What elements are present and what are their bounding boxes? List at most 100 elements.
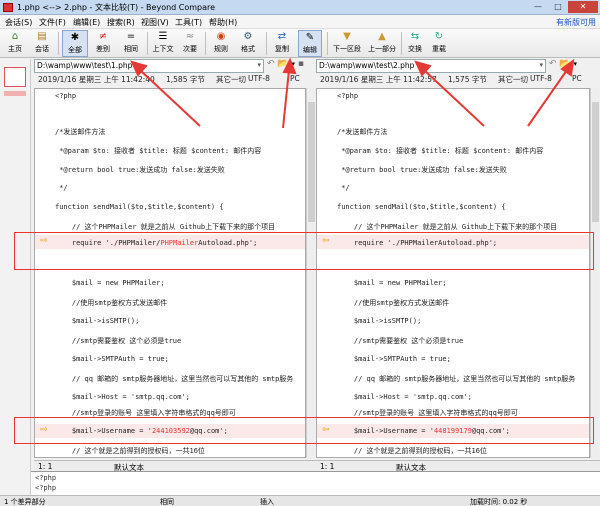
title-bar: 1.php <--> 2.php - 文本比较(T) - Beyond Comp… bbox=[0, 0, 600, 15]
show-same-button[interactable]: = 相同 bbox=[118, 30, 144, 57]
home-button[interactable]: ⌂ 主页 bbox=[3, 30, 27, 57]
history-icon[interactable]: ↶ bbox=[267, 59, 275, 69]
menu-session[interactable]: 会话(S) bbox=[5, 17, 32, 28]
open-folder-icon[interactable]: 📂 bbox=[559, 59, 570, 69]
show-diff-button[interactable]: ≠ 差别 bbox=[90, 30, 116, 57]
rules-button[interactable]: ◉ 规则 bbox=[209, 30, 233, 57]
code-line: $mail = new PHPMailer; bbox=[337, 279, 447, 287]
new-version-link[interactable]: 有新版可用 bbox=[556, 17, 596, 28]
close-button[interactable]: ✕ bbox=[568, 1, 598, 13]
chevron-down-icon[interactable]: ▾ bbox=[257, 61, 261, 69]
menu-file[interactable]: 文件(F) bbox=[39, 17, 66, 28]
code-line: // qq 邮箱的 smtp服务器地址，这里当然也可以写其他的 smtp服务 bbox=[55, 375, 294, 383]
save-icon[interactable]: ▪ bbox=[298, 59, 304, 69]
left-scrollbar[interactable] bbox=[306, 88, 315, 458]
left-other-dropdown[interactable]: 其它一切 bbox=[216, 74, 246, 85]
copy-icon: ⇄ bbox=[277, 31, 287, 42]
format-icon: ⚙ bbox=[243, 31, 253, 42]
history-icon[interactable]: ↶ bbox=[549, 59, 557, 69]
next-section-button[interactable]: ▼ 下一区段 bbox=[330, 30, 364, 57]
insert-mode: 插入 bbox=[260, 498, 274, 506]
home-icon: ⌂ bbox=[11, 31, 19, 42]
left-path-field[interactable]: D:\wamp\www\test\1.php ▾ bbox=[34, 59, 264, 73]
copy-button[interactable]: ⇄ 复制 bbox=[270, 30, 294, 57]
annotation-box bbox=[14, 417, 594, 444]
overview-diff-marker bbox=[4, 91, 26, 96]
maximize-button[interactable]: □ bbox=[548, 1, 568, 13]
right-scrollbar[interactable] bbox=[590, 88, 599, 458]
menu-tools[interactable]: 工具(T) bbox=[175, 17, 202, 28]
open-folder-icon[interactable]: 📂 bbox=[277, 59, 288, 69]
minor-button[interactable]: ≈ 次要 bbox=[178, 30, 202, 57]
code-line: *@param $to: 接收者 $title: 标题 $content: 邮件… bbox=[55, 147, 262, 155]
right-path-field[interactable]: D:\wamp\www\test\2.php ▾ bbox=[316, 59, 546, 73]
right-file-info: 2019/1/16 星期三 上午 11:42:57 1,575 字节 其它一切 … bbox=[320, 74, 598, 87]
code-line: //使用smtp鉴权方式发送邮件 bbox=[55, 299, 168, 307]
menu-bar: 会话(S) 文件(F) 编辑(E) 搜索(R) 视图(V) 工具(T) 帮助(H… bbox=[0, 15, 600, 29]
code-line: //smtp需要鉴权 这个必须是true bbox=[337, 337, 464, 345]
detail-line-left: <?php bbox=[35, 474, 57, 482]
right-encoding-dropdown[interactable]: UTF-8 bbox=[530, 74, 552, 83]
overview-viewport[interactable] bbox=[4, 67, 26, 87]
line-detail-panel: <?php <?php bbox=[31, 471, 600, 495]
minor-icon: ≈ bbox=[185, 31, 195, 42]
left-path-actions: ↶ 📂 ▾ ▪ bbox=[267, 59, 304, 73]
scroll-thumb[interactable] bbox=[308, 102, 315, 222]
right-other-dropdown[interactable]: 其它一切 bbox=[498, 74, 528, 85]
code-line: // 这个PHPMailer 就是之前从 Github上下载下来的那个项目 bbox=[337, 223, 558, 231]
right-status-row: 1: 1 默认文本 bbox=[316, 460, 600, 472]
code-line: //smtp需要鉴权 这个必须是true bbox=[55, 337, 182, 345]
left-code-pane[interactable]: ⇨ ⇨ <?php /*发送邮件方法 *@param $to: 接收者 $tit… bbox=[34, 88, 306, 458]
toolbar: ⌂ 主页 ▤ 会话 ✱ 全部 ≠ 差别 = 相同 ☰ 上下文 ≈ 次要 ◉ 规则 ⚙ 格式 ⇄ 复制… bbox=[0, 29, 600, 58]
right-line-ending[interactable]: PC bbox=[572, 74, 582, 83]
left-cursor-position: 1: 1 bbox=[38, 462, 53, 471]
left-encoding-dropdown[interactable]: UTF-8 bbox=[248, 74, 270, 83]
chevron-down-icon[interactable]: ▾ bbox=[539, 61, 543, 69]
rules-icon: ◉ bbox=[216, 31, 226, 42]
code-line: function sendMail($to,$title,$content) { bbox=[55, 203, 224, 211]
swap-icon: ⇆ bbox=[410, 31, 420, 42]
code-line: */ bbox=[55, 184, 68, 192]
right-path-actions: ↶ 📂 ▾ bbox=[549, 59, 577, 73]
chevron-down-icon[interactable]: ▾ bbox=[574, 60, 578, 68]
prev-section-icon: ▲ bbox=[378, 31, 386, 42]
menu-edit[interactable]: 编辑(E) bbox=[73, 17, 100, 28]
code-line: $mail->isSMTP(); bbox=[337, 317, 422, 325]
right-file-size: 1,575 字节 bbox=[448, 75, 487, 84]
context-icon: ☰ bbox=[158, 31, 168, 42]
right-code-pane[interactable]: ⇦ ⇦ <?php /*发送邮件方法 *@param $to: 接收者 $tit… bbox=[316, 88, 590, 458]
left-status-row: 1: 1 默认文本 bbox=[34, 460, 316, 472]
status-bar: 1 个差异部分 相同 插入 加载时间: 0.02 秒 bbox=[0, 495, 600, 506]
diff-count: 1 个差异部分 bbox=[4, 498, 46, 506]
prev-section-button[interactable]: ▲ 上一部分 bbox=[365, 30, 399, 57]
code-line: <?php bbox=[337, 92, 359, 100]
show-all-button[interactable]: ✱ 全部 bbox=[62, 30, 88, 57]
left-file-info: 2019/1/16 星期三 上午 11:42:40 1,585 字节 其它一切 … bbox=[38, 74, 308, 87]
window-title: 1.php <--> 2.php - 文本比较(T) - Beyond Comp… bbox=[17, 3, 216, 12]
minimize-button[interactable]: — bbox=[528, 1, 548, 13]
edit-icon: ✎ bbox=[305, 32, 315, 43]
detail-line-right: <?php bbox=[35, 484, 57, 492]
app-icon bbox=[3, 3, 13, 12]
left-path-text: D:\wamp\www\test\1.php bbox=[37, 61, 133, 70]
edit-button[interactable]: ✎ 编辑 bbox=[298, 30, 322, 57]
left-line-ending[interactable]: PC bbox=[290, 74, 300, 83]
session-button[interactable]: ▤ 会话 bbox=[30, 30, 54, 57]
format-button[interactable]: ⚙ 格式 bbox=[236, 30, 260, 57]
same-icon: = bbox=[126, 31, 136, 42]
swap-button[interactable]: ⇆ 交换 bbox=[404, 30, 426, 57]
code-line: /*发送邮件方法 bbox=[55, 128, 106, 136]
menu-search[interactable]: 搜索(R) bbox=[107, 17, 135, 28]
code-line: $mail->SMTPAuth = true; bbox=[55, 355, 169, 363]
scroll-thumb[interactable] bbox=[592, 102, 599, 222]
menu-help[interactable]: 帮助(H) bbox=[209, 17, 237, 28]
reload-button[interactable]: ↻ 重载 bbox=[428, 30, 450, 57]
context-button[interactable]: ☰ 上下文 bbox=[150, 30, 176, 57]
chevron-down-icon[interactable]: ▾ bbox=[292, 60, 296, 68]
menu-view[interactable]: 视图(V) bbox=[141, 17, 169, 28]
left-file-size: 1,585 字节 bbox=[166, 75, 205, 84]
code-line: */ bbox=[337, 184, 350, 192]
annotation-box bbox=[14, 232, 594, 270]
diff-icon: ≠ bbox=[98, 31, 108, 42]
code-line: $mail->Host = 'smtp.qq.com'; bbox=[55, 393, 190, 401]
